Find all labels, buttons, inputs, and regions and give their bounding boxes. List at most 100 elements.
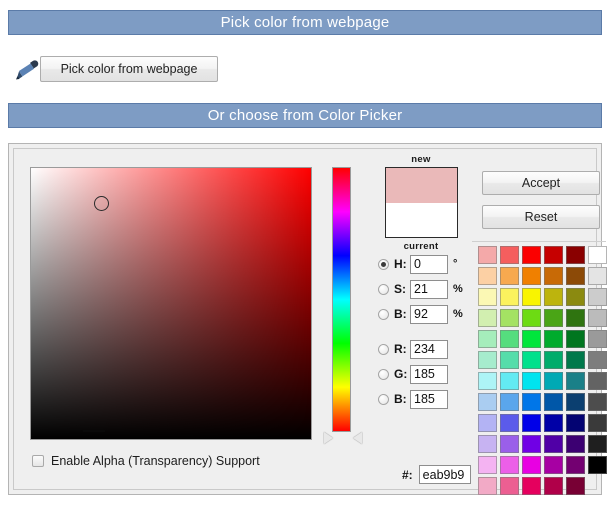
palette-swatch-r9-c6[interactable] xyxy=(588,414,607,432)
palette-swatch-r9-c2[interactable] xyxy=(500,414,519,432)
hue-slider-handle-left[interactable] xyxy=(324,432,333,444)
palette-swatch-r2-c2[interactable] xyxy=(500,267,519,285)
palette-swatch-r1-c2[interactable] xyxy=(500,246,519,264)
alpha-support-row[interactable]: Enable Alpha (Transparency) Support xyxy=(32,454,260,468)
palette-swatch-r1-c6[interactable] xyxy=(588,246,607,264)
hex-row[interactable]: #: xyxy=(402,465,471,484)
palette-swatch-r4-c2[interactable] xyxy=(500,309,519,327)
palette-swatch-r12-c3[interactable] xyxy=(522,477,541,495)
palette-swatch-r11-c2[interactable] xyxy=(500,456,519,474)
input-blue[interactable] xyxy=(410,389,448,409)
palette-swatch-r12-c5[interactable] xyxy=(566,477,585,495)
field-row-red[interactable]: R: xyxy=(378,339,478,359)
pick-color-from-webpage-button[interactable]: Pick color from webpage xyxy=(40,56,218,82)
palette-swatch-r5-c5[interactable] xyxy=(566,330,585,348)
palette-swatch-r3-c1[interactable] xyxy=(478,288,497,306)
palette-swatch-r8-c4[interactable] xyxy=(544,393,563,411)
reset-button[interactable]: Reset xyxy=(482,205,600,229)
palette-swatch-r2-c5[interactable] xyxy=(566,267,585,285)
palette-swatch-r4-c4[interactable] xyxy=(544,309,563,327)
palette-swatch-r3-c4[interactable] xyxy=(544,288,563,306)
palette-swatch-r2-c4[interactable] xyxy=(544,267,563,285)
palette-swatch-r7-c2[interactable] xyxy=(500,372,519,390)
palette-swatch-r4-c1[interactable] xyxy=(478,309,497,327)
palette-swatch-r5-c4[interactable] xyxy=(544,330,563,348)
palette-swatch-r11-c4[interactable] xyxy=(544,456,563,474)
palette-swatch-r9-c3[interactable] xyxy=(522,414,541,432)
palette-swatch-r12-c2[interactable] xyxy=(500,477,519,495)
input-red[interactable] xyxy=(410,339,448,359)
hue-slider-handle-right[interactable] xyxy=(353,432,362,444)
palette-swatch-r7-c6[interactable] xyxy=(588,372,607,390)
palette-swatch-r3-c5[interactable] xyxy=(566,288,585,306)
palette-swatch-r1-c5[interactable] xyxy=(566,246,585,264)
palette-swatch-r5-c2[interactable] xyxy=(500,330,519,348)
accept-button[interactable]: Accept xyxy=(482,171,600,195)
palette-swatch-r1-c4[interactable] xyxy=(544,246,563,264)
field-row-saturation[interactable]: S: % xyxy=(378,279,478,299)
field-row-hue[interactable]: H: ° xyxy=(378,254,478,274)
palette-swatch-r3-c2[interactable] xyxy=(500,288,519,306)
palette-swatch-r2-c1[interactable] xyxy=(478,267,497,285)
palette-swatch-r12-c1[interactable] xyxy=(478,477,497,495)
radio-red[interactable] xyxy=(378,343,389,355)
palette-swatch-r2-c6[interactable] xyxy=(588,267,607,285)
hue-slider[interactable] xyxy=(332,167,351,432)
radio-hue[interactable] xyxy=(378,258,389,270)
palette-swatch-r6-c5[interactable] xyxy=(566,351,585,369)
alpha-support-checkbox[interactable] xyxy=(32,455,44,467)
palette-swatch-r9-c1[interactable] xyxy=(478,414,497,432)
palette-swatch-r6-c4[interactable] xyxy=(544,351,563,369)
palette-swatch-r12-c4[interactable] xyxy=(544,477,563,495)
current-color-swatch[interactable] xyxy=(385,202,457,237)
palette-swatch-r10-c6[interactable] xyxy=(588,435,607,453)
palette-swatch-r1-c3[interactable] xyxy=(522,246,541,264)
palette-swatch-r1-c1[interactable] xyxy=(478,246,497,264)
palette-swatch-r3-c6[interactable] xyxy=(588,288,607,306)
palette-swatch-r8-c1[interactable] xyxy=(478,393,497,411)
palette-swatch-r7-c4[interactable] xyxy=(544,372,563,390)
palette-swatch-r10-c3[interactable] xyxy=(522,435,541,453)
input-saturation[interactable] xyxy=(410,279,448,299)
palette-swatch-r5-c6[interactable] xyxy=(588,330,607,348)
field-row-brightness[interactable]: B: % xyxy=(378,304,478,324)
palette-swatch-r8-c2[interactable] xyxy=(500,393,519,411)
color-preview-box[interactable] xyxy=(384,167,458,238)
palette-swatch-r11-c3[interactable] xyxy=(522,456,541,474)
input-green[interactable] xyxy=(410,364,448,384)
palette-swatch-r8-c6[interactable] xyxy=(588,393,607,411)
input-hue[interactable] xyxy=(410,254,448,274)
hex-input[interactable] xyxy=(418,465,471,484)
field-row-green[interactable]: G: xyxy=(378,364,478,384)
radio-green[interactable] xyxy=(378,368,389,380)
palette-swatch-r8-c5[interactable] xyxy=(566,393,585,411)
palette-swatch-r4-c6[interactable] xyxy=(588,309,607,327)
palette-swatch-r11-c1[interactable] xyxy=(478,456,497,474)
palette-swatch-r11-c5[interactable] xyxy=(566,456,585,474)
palette-swatch-r6-c1[interactable] xyxy=(478,351,497,369)
saturation-brightness-area[interactable] xyxy=(30,167,312,440)
radio-saturation[interactable] xyxy=(378,283,389,295)
palette-swatch-r2-c3[interactable] xyxy=(522,267,541,285)
palette-swatch-r4-c3[interactable] xyxy=(522,309,541,327)
palette-swatch-r5-c3[interactable] xyxy=(522,330,541,348)
palette-swatch-r4-c5[interactable] xyxy=(566,309,585,327)
palette-swatch-r6-c3[interactable] xyxy=(522,351,541,369)
palette-swatch-r7-c5[interactable] xyxy=(566,372,585,390)
palette-swatch-r3-c3[interactable] xyxy=(522,288,541,306)
palette-swatch-r7-c3[interactable] xyxy=(522,372,541,390)
palette-swatch-r5-c1[interactable] xyxy=(478,330,497,348)
input-brightness[interactable] xyxy=(410,304,448,324)
palette-swatch-r8-c3[interactable] xyxy=(522,393,541,411)
palette-swatch-r10-c2[interactable] xyxy=(500,435,519,453)
radio-brightness[interactable] xyxy=(378,308,389,320)
palette-swatch-r9-c4[interactable] xyxy=(544,414,563,432)
palette-swatch-r9-c5[interactable] xyxy=(566,414,585,432)
palette-swatch-r10-c5[interactable] xyxy=(566,435,585,453)
radio-blue[interactable] xyxy=(378,393,389,405)
field-row-blue[interactable]: B: xyxy=(378,389,478,409)
palette-swatch-r6-c6[interactable] xyxy=(588,351,607,369)
palette-swatch-r11-c6[interactable] xyxy=(588,456,607,474)
palette-swatch-r6-c2[interactable] xyxy=(500,351,519,369)
palette-swatch-r7-c1[interactable] xyxy=(478,372,497,390)
